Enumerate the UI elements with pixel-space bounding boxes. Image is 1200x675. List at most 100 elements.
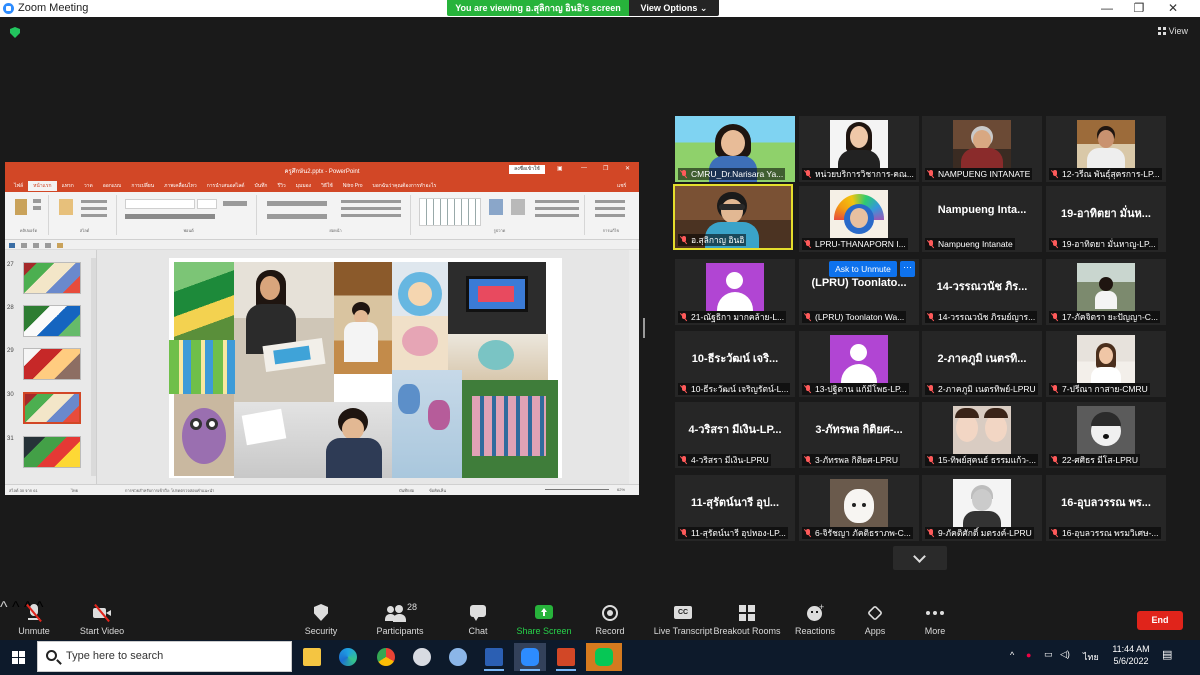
taskbar-powerpoint[interactable] xyxy=(550,643,582,671)
taskbar-app-2[interactable] xyxy=(442,643,474,671)
redo-icon[interactable] xyxy=(33,243,39,248)
start-slideshow-icon[interactable] xyxy=(45,243,51,248)
ppt-tab[interactable]: วิธีใช้ xyxy=(316,181,338,191)
tray-network-icon[interactable]: ▭ xyxy=(1044,649,1053,675)
participant-tile[interactable]: 7-ปรีณา กาสาย-CMRU xyxy=(1046,331,1166,397)
slide-scrollbar[interactable] xyxy=(629,250,639,484)
ppt-share-tab[interactable]: แชร์ xyxy=(617,182,626,190)
view-button[interactable]: View xyxy=(1157,26,1188,36)
taskbar-clock[interactable]: 11:44 AM 5/6/2022 xyxy=(1105,643,1157,667)
taskbar-word[interactable] xyxy=(478,643,510,671)
participant-tile[interactable]: 12-วรีณ พันธุ์สุครการ-LP... xyxy=(1046,116,1166,182)
ask-to-unmute-button[interactable]: Ask to Unmute xyxy=(829,261,897,277)
font-name-box[interactable] xyxy=(125,199,195,209)
shape-outline-icon[interactable] xyxy=(535,207,579,210)
ppt-tab[interactable]: รีวิว xyxy=(272,181,290,191)
participant-tile[interactable]: หน่วยบริการวิชาการ-คณ... xyxy=(799,116,919,182)
taskbar-edge[interactable] xyxy=(332,643,364,671)
notifications-icon[interactable]: ▤ xyxy=(1162,648,1172,675)
participant-tile[interactable]: 14-วรรณวนัช ภิร... 14-วรรณวนัช ภิรมย์ญาร.… xyxy=(922,259,1042,325)
smartart-icon[interactable] xyxy=(341,214,401,217)
ppt-tab[interactable]: แทรก xyxy=(57,181,79,191)
font-size-box[interactable] xyxy=(197,199,217,209)
find-icon[interactable] xyxy=(595,200,625,203)
shared-screen-powerpoint[interactable]: ครูศึกษัน2.pptx - PowerPoint ลงชื่อเข้าใ… xyxy=(5,162,639,495)
ppt-restore-icon[interactable]: ❐ xyxy=(603,165,608,172)
layout-icon[interactable] xyxy=(81,200,107,203)
windows-start-icon[interactable] xyxy=(12,651,25,664)
participant-tile[interactable]: NAMPUENG INTANATE xyxy=(922,116,1042,182)
taskbar-chrome[interactable] xyxy=(370,643,402,671)
participant-tile[interactable]: 22-ศศิธร มีโส-LPRU xyxy=(1046,402,1166,468)
status-zoom[interactable]: 62% xyxy=(617,487,625,492)
view-options-button[interactable]: View Options ⌄ xyxy=(629,0,719,16)
participants-button[interactable]: 28 Participants xyxy=(360,599,440,640)
participant-tile[interactable]: LPRU-THANAPORN I... xyxy=(799,186,919,252)
record-button[interactable]: Record xyxy=(570,599,650,640)
security-button[interactable]: Security xyxy=(281,599,361,640)
participant-tile[interactable]: 17-ภัคจิตรา ยะปัญญา-C... xyxy=(1046,259,1166,325)
ppt-minimize-icon[interactable]: — xyxy=(581,165,587,171)
cut-icon[interactable] xyxy=(33,199,41,203)
ppt-tab[interactable]: ไฟล์ xyxy=(9,181,28,191)
ppt-ribbon-display-icon[interactable]: ▣ xyxy=(557,165,563,172)
ppt-tab[interactable]: ภาพเคลื่อนไหว xyxy=(159,181,202,191)
arrange-icon[interactable] xyxy=(489,199,503,215)
participant-tile[interactable]: 21-ณัฐธิกา มากคล้าย-L... xyxy=(675,259,795,325)
shape-effects-icon[interactable] xyxy=(535,214,579,217)
select-icon[interactable] xyxy=(595,214,625,217)
slide-thumbnail[interactable] xyxy=(23,262,81,294)
close-button[interactable]: ✕ xyxy=(1156,0,1190,17)
participant-tile[interactable]: 9-ภัคติศักดิ์ มตรงค์-LPRU xyxy=(922,475,1042,541)
participant-tile[interactable]: 13-ปฐิตาน แก้มีโพธ-LP... xyxy=(799,331,919,397)
ppt-tab[interactable]: Nitro Pro xyxy=(338,182,368,190)
thumbnail-scrollbar[interactable] xyxy=(91,258,96,476)
status-accessibility[interactable]: การช่วยสำหรับการเข้าถึง: โปรดตรวจสอบคำแน… xyxy=(125,487,214,494)
restore-button[interactable]: ❐ xyxy=(1122,0,1156,17)
slide-thumbnail[interactable] xyxy=(23,436,81,468)
ppt-tab[interactable]: ออกแบบ xyxy=(98,181,127,191)
copy-icon[interactable] xyxy=(33,206,41,210)
participant-tile[interactable]: 16-อุบลวรรณ พร... 16-อุบลวรรณ พรมวิเศษ-..… xyxy=(1046,475,1166,541)
save-icon[interactable] xyxy=(9,243,15,248)
start-video-button[interactable]: Start Video xyxy=(62,599,142,640)
tray-overflow-icon[interactable]: ^ xyxy=(1010,650,1014,675)
ppt-close-icon[interactable]: ✕ xyxy=(625,165,630,172)
list-icons[interactable] xyxy=(267,201,327,206)
align-icons[interactable] xyxy=(267,214,327,219)
ppt-tab[interactable]: วาด xyxy=(79,181,98,191)
participant-tile[interactable]: CMRU_Dr.Narisara Ya... xyxy=(675,116,795,182)
participant-tile[interactable]: 2-ภาคภูมิ เนตรทิ... 2-ภาคภูมิ เนตรทิพย์-L… xyxy=(922,331,1042,397)
slide-thumbnail[interactable] xyxy=(23,348,81,380)
participant-tile[interactable]: Nampueng Inta... Nampueng Intanate xyxy=(922,186,1042,252)
ppt-tab[interactable]: มุมมอง xyxy=(291,181,316,191)
taskbar-file-explorer[interactable] xyxy=(296,643,328,671)
participant-tile-active-speaker[interactable]: อ.สุลิกาญ อินอิ xyxy=(673,184,793,250)
security-shield-icon[interactable] xyxy=(10,27,20,38)
taskbar-search-box[interactable]: Type here to search xyxy=(37,641,292,672)
split-view-handle[interactable] xyxy=(643,318,645,338)
participant-tile[interactable]: 3-ภัทรพล กิติยศ-... 3-ภัทรพล กิติยศ-LPRU xyxy=(799,402,919,468)
open-icon[interactable] xyxy=(57,243,63,248)
ppt-tab[interactable]: การนำเสนอสไลด์ xyxy=(202,181,250,191)
ppt-tab[interactable]: บันทึก xyxy=(250,181,273,191)
participant-tile[interactable]: 4-วริสรา มีเงิน-LP... 4-วริสรา มีเงิน-LPR… xyxy=(675,402,795,468)
participant-tile[interactable]: 19-อาทิตยา มั่นห... 19-อาทิตยา มั่นหาญ-LP… xyxy=(1046,186,1166,252)
tray-volume-icon[interactable]: ◁) xyxy=(1060,649,1070,675)
shape-fill-icon[interactable] xyxy=(535,200,579,203)
more-button[interactable]: More xyxy=(895,599,975,640)
new-slide-icon[interactable] xyxy=(59,199,73,215)
text-direction-icon[interactable] xyxy=(341,200,401,203)
slide-thumbnail[interactable] xyxy=(23,305,81,337)
align-text-icon[interactable] xyxy=(341,207,401,210)
quick-styles-icon[interactable] xyxy=(511,199,525,215)
shapes-gallery[interactable] xyxy=(419,198,481,226)
taskbar-line[interactable] xyxy=(586,643,622,671)
participant-tile[interactable]: 6-จิรัชญา ภัคติธราภพ-C... xyxy=(799,475,919,541)
tile-more-button[interactable]: ··· xyxy=(900,261,915,277)
undo-icon[interactable] xyxy=(21,243,27,248)
participant-tile[interactable]: 10-ธีระวัฒน์ เจริ... 10-ธีระวัฒน์ เจริญรั… xyxy=(675,331,795,397)
taskbar-app[interactable] xyxy=(406,643,438,671)
status-notes[interactable]: บันทึกย่อ xyxy=(399,487,414,494)
font-format-icons[interactable] xyxy=(125,214,215,219)
